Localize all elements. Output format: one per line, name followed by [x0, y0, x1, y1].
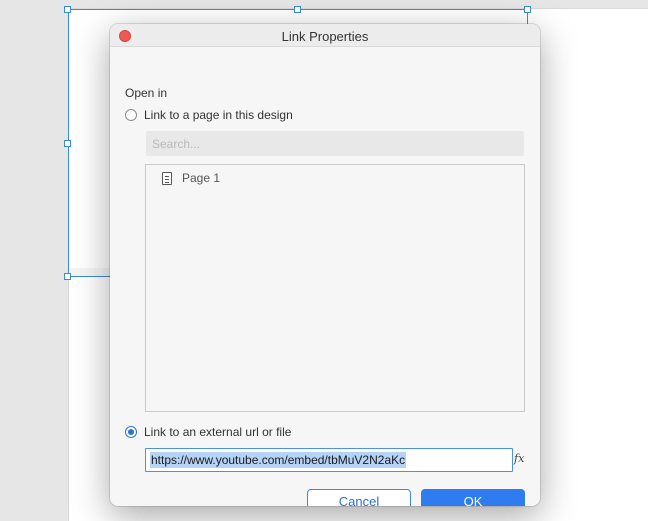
- page-list: Page 1: [145, 164, 525, 412]
- ok-button[interactable]: OK: [421, 489, 525, 506]
- link-to-url-radio[interactable]: [125, 426, 137, 438]
- url-input-value: https://www.youtube.com/embed/tbMuV2N2aK…: [150, 452, 407, 468]
- link-to-url-label: Link to an external url or file: [144, 425, 292, 439]
- link-properties-dialog: Link Properties Open in Link to a page i…: [110, 24, 540, 506]
- url-input[interactable]: https://www.youtube.com/embed/tbMuV2N2aK…: [145, 448, 513, 472]
- link-to-url-option[interactable]: Link to an external url or file: [125, 425, 291, 439]
- close-button[interactable]: [119, 30, 131, 42]
- page-item-label: Page 1: [182, 171, 221, 185]
- resize-handle-top-left[interactable]: [64, 6, 71, 13]
- fx-icon[interactable]: fx: [514, 452, 524, 465]
- link-to-page-option[interactable]: Link to a page in this design: [125, 108, 293, 122]
- resize-handle-middle-left[interactable]: [64, 140, 71, 147]
- link-to-page-radio[interactable]: [125, 109, 137, 121]
- open-in-label: Open in: [125, 86, 168, 100]
- resize-handle-top-right[interactable]: [524, 6, 531, 13]
- resize-handle-top-middle[interactable]: [294, 6, 301, 13]
- link-to-page-label: Link to a page in this design: [144, 108, 293, 122]
- cancel-button[interactable]: Cancel: [307, 489, 411, 506]
- dialog-titlebar: Link Properties: [110, 24, 540, 47]
- resize-handle-bottom-left[interactable]: [64, 273, 71, 280]
- dialog-title: Link Properties: [281, 29, 369, 44]
- page-search-input[interactable]: [146, 131, 524, 156]
- document-icon: [162, 171, 172, 185]
- page-list-item[interactable]: Page 1: [162, 171, 220, 185]
